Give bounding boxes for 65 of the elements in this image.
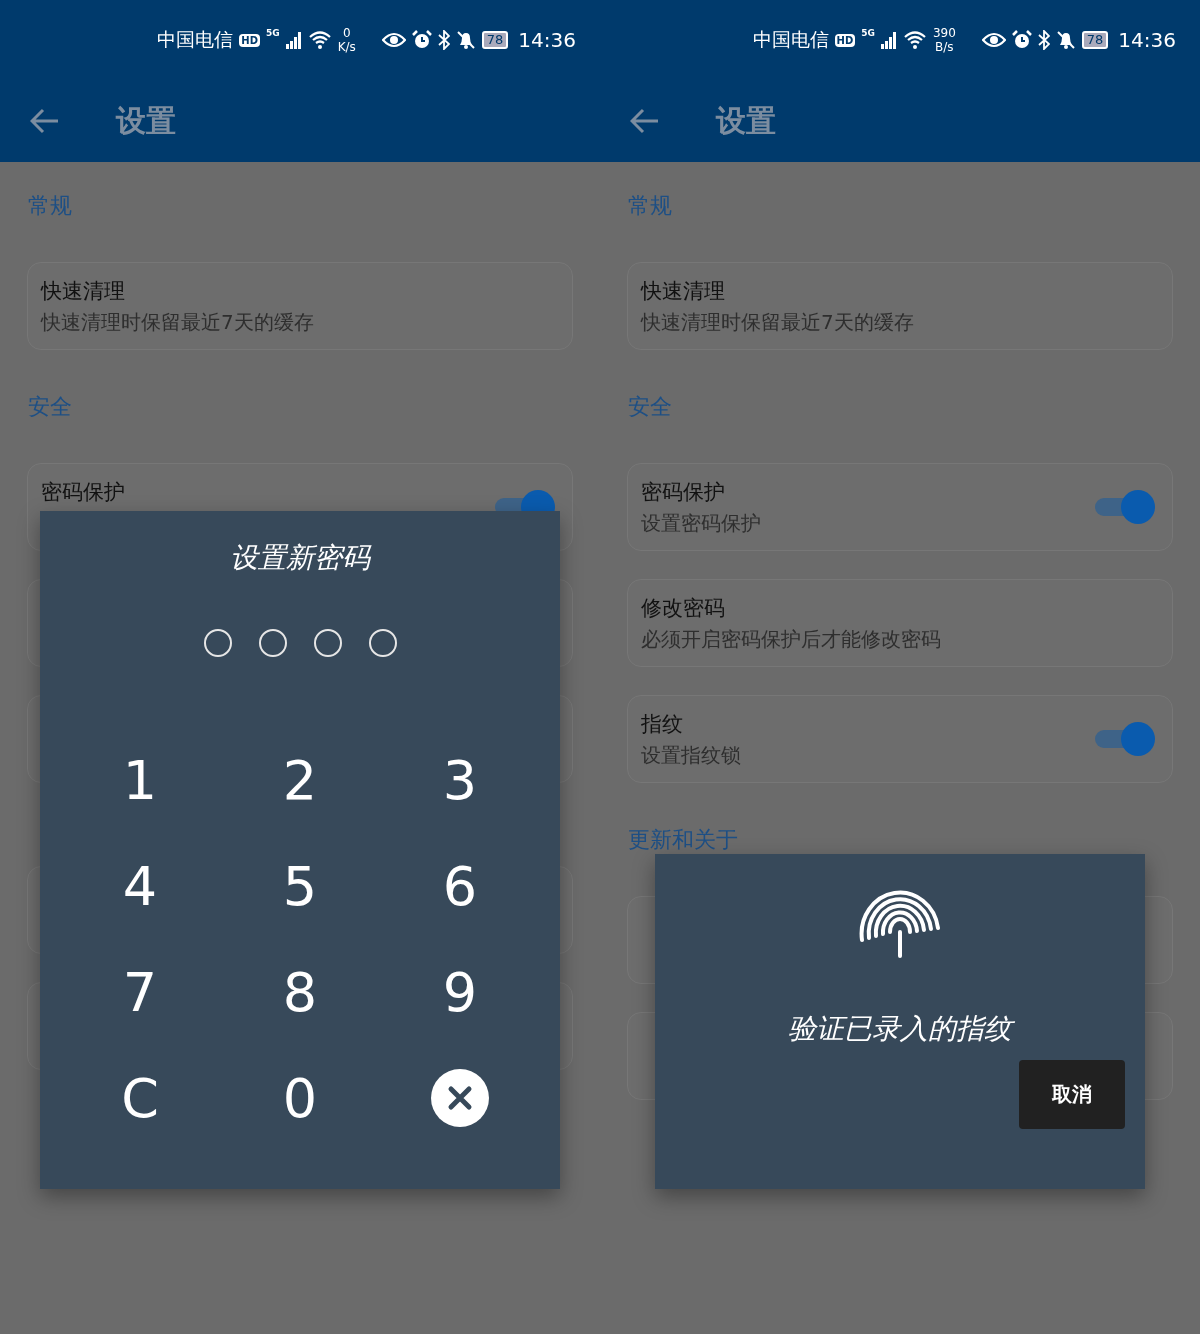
signal-icon: [880, 31, 897, 49]
keypad-key[interactable]: 6: [432, 854, 488, 918]
hd-badge: HD: [834, 33, 856, 47]
setting-description: 快速清理时保留最近7天的缓存: [41, 308, 315, 336]
battery-indicator: 78: [481, 31, 509, 49]
wifi-icon: [902, 30, 927, 50]
network-type: 5G: [861, 28, 875, 38]
setting-title: 指纹: [641, 710, 684, 738]
keypad-key[interactable]: 2: [272, 748, 328, 812]
keypad-key[interactable]: 9: [432, 960, 488, 1024]
network-speed: 0 K/s: [337, 26, 356, 54]
setting-title: 密码保护: [641, 478, 726, 506]
setting-title: 密码保护: [41, 479, 126, 506]
toggle-switch[interactable]: [1095, 489, 1155, 525]
setting-title: 修改密码: [641, 594, 726, 622]
setting-description: 设置指纹锁: [641, 741, 742, 769]
carrier-name: 中国电信: [157, 27, 234, 52]
toggle-switch[interactable]: [1095, 721, 1155, 757]
keypad-key[interactable]: 4: [112, 854, 168, 918]
back-arrow-icon[interactable]: [30, 108, 60, 134]
settings-card[interactable]: 快速清理 快速清理时保留最近7天的缓存: [27, 262, 573, 350]
back-arrow-icon[interactable]: [630, 108, 660, 134]
setting-description: 设置密码保护: [641, 509, 762, 537]
settings-card[interactable]: 修改密码 必须开启密码保护后才能修改密码: [627, 579, 1173, 667]
section-header: 安全: [627, 393, 673, 421]
settings-card[interactable]: 密码保护 设置密码保护: [627, 463, 1173, 551]
signal-icon: [285, 31, 302, 49]
keypad-key[interactable]: 1: [112, 748, 168, 812]
network-type: 5G: [266, 28, 280, 38]
page-title: 设置: [716, 101, 776, 140]
page-title: 设置: [116, 101, 176, 140]
hd-badge: HD: [239, 33, 260, 47]
network-speed: 390 B/s: [932, 26, 956, 54]
battery-indicator: 78: [1081, 31, 1109, 49]
section-header: 常规: [27, 192, 73, 220]
eye-icon: [981, 32, 1006, 48]
setting-description: 必须开启密码保护后才能修改密码: [641, 625, 942, 653]
clock-time: 14:36: [1118, 28, 1176, 52]
section-header: 更新和关于: [627, 826, 739, 854]
cancel-button[interactable]: 取消: [1019, 1060, 1125, 1129]
keypad-key[interactable]: 5: [272, 854, 328, 918]
eye-icon: [381, 32, 406, 48]
delete-button[interactable]: [431, 1069, 489, 1127]
wifi-icon: [307, 30, 332, 50]
alarm-icon: [1011, 30, 1032, 50]
bluetooth-icon: [437, 30, 450, 50]
x-icon: [447, 1085, 473, 1111]
carrier-name: 中国电信: [752, 27, 829, 52]
keypad-key[interactable]: 8: [272, 960, 328, 1024]
setting-title: 快速清理: [41, 277, 126, 305]
setting-description: 快速清理时保留最近7天的缓存: [641, 308, 915, 336]
bluetooth-icon: [1037, 30, 1050, 50]
clock-time: 14:36: [518, 28, 576, 52]
keypad-key[interactable]: 3: [432, 748, 488, 812]
muted-bell-icon: [455, 30, 476, 50]
alarm-icon: [411, 30, 432, 50]
settings-card[interactable]: 指纹 设置指纹锁: [627, 695, 1173, 783]
keypad-key[interactable]: C: [111, 1066, 169, 1130]
section-header: 安全: [27, 393, 73, 421]
settings-card[interactable]: 快速清理 快速清理时保留最近7天的缓存: [627, 262, 1173, 350]
setting-title: 快速清理: [641, 277, 726, 305]
section-header: 常规: [627, 192, 673, 220]
keypad-key[interactable]: 7: [112, 960, 168, 1024]
keypad-key[interactable]: 0: [272, 1066, 328, 1130]
muted-bell-icon: [1055, 30, 1076, 50]
